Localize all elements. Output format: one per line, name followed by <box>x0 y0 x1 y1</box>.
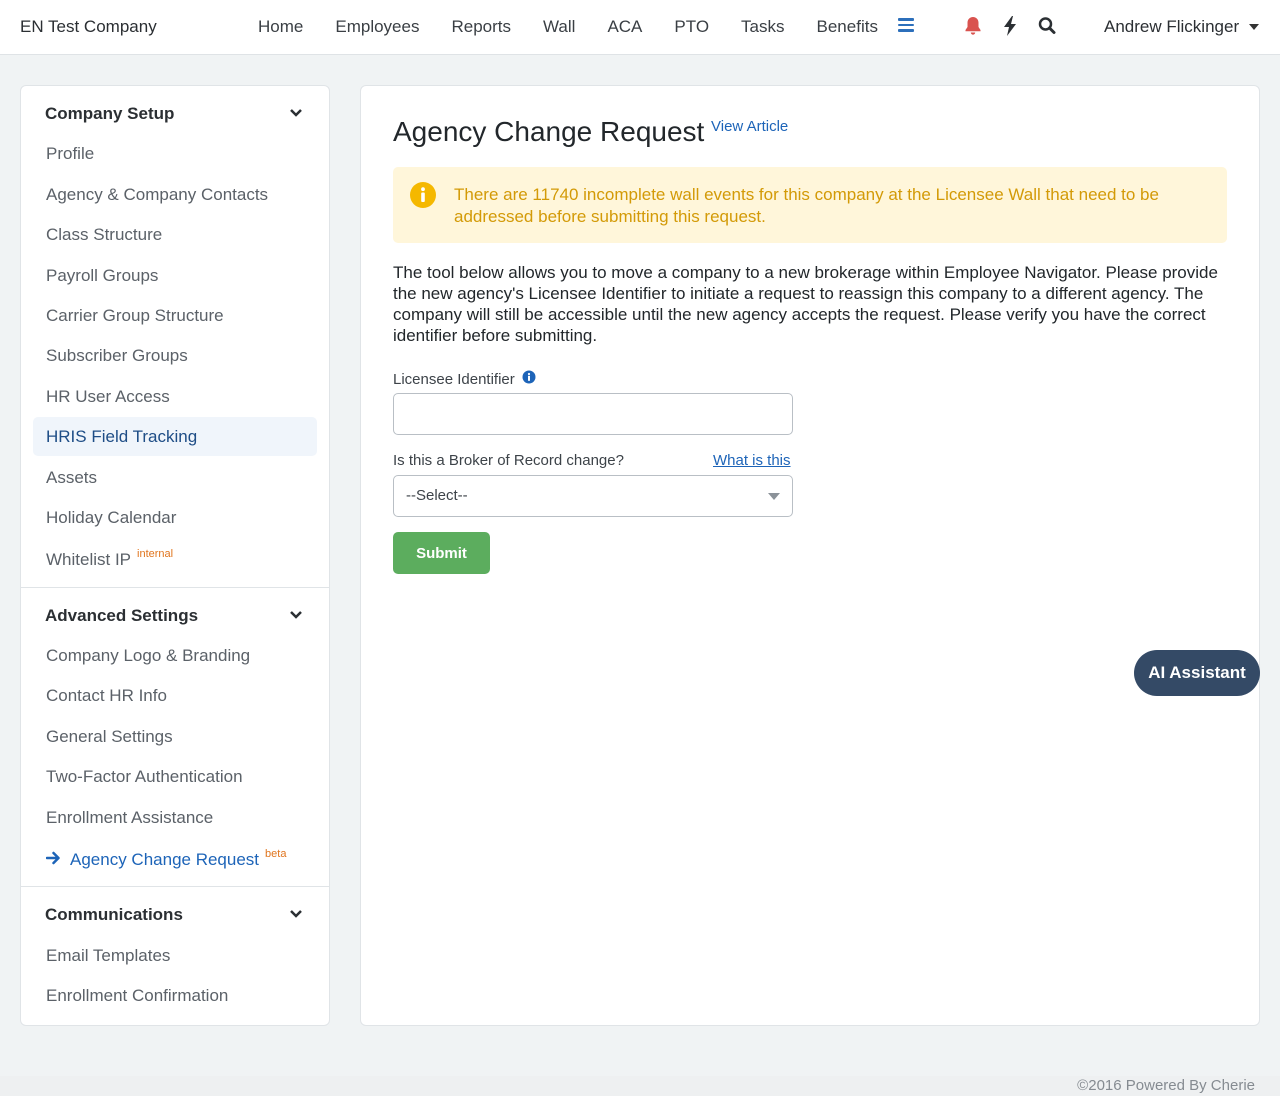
section-title: Advanced Settings <box>45 606 199 625</box>
section-communications[interactable]: Communications <box>21 895 329 935</box>
sidebar-item-agency-contacts[interactable]: Agency & Company Contacts <box>33 175 317 214</box>
sidebar-item-hr-user-access[interactable]: HR User Access <box>33 377 317 416</box>
licensee-identifier-label: Licensee Identifier <box>393 371 515 388</box>
lightning-bolt-icon[interactable] <box>1003 16 1017 41</box>
user-menu[interactable]: Andrew Flickinger <box>1104 17 1260 37</box>
sidebar-item-whitelist-ip[interactable]: Whitelist IP internal <box>33 538 317 577</box>
sidebar-item-assets[interactable]: Assets <box>33 458 317 497</box>
what-is-this-link[interactable]: What is this <box>713 452 791 469</box>
internal-tag: internal <box>137 548 174 560</box>
nav-home[interactable]: Home <box>242 0 319 54</box>
section-advanced-settings[interactable]: Advanced Settings <box>21 596 329 636</box>
sidebar-item-label: General Settings <box>46 727 173 746</box>
sidebar-item-label: Profile <box>46 144 95 163</box>
view-article-link[interactable]: View Article <box>711 118 788 135</box>
sidebar-item-label: Agency Change Request <box>70 850 260 869</box>
select-value: --Select-- <box>406 487 468 504</box>
sidebar-item-agency-change-request[interactable]: Agency Change Request beta <box>33 838 317 877</box>
sidebar-item-carrier-group-structure[interactable]: Carrier Group Structure <box>33 296 317 335</box>
nav-aca[interactable]: ACA <box>591 0 658 54</box>
sidebar-item-enrollment-confirmation[interactable]: Enrollment Confirmation <box>33 976 317 1015</box>
footer: ©2016 Powered By Cherie <box>0 1076 1280 1096</box>
sidebar-item-hris-field-tracking[interactable]: HRIS Field Tracking <box>33 417 317 456</box>
sidebar-item-label: Enrollment Confirmation <box>46 986 229 1005</box>
page-title: Agency Change Request <box>393 116 705 147</box>
nav-reports[interactable]: Reports <box>435 0 527 54</box>
main-nav: Home Employees Reports Wall ACA PTO Task… <box>242 0 894 54</box>
nav-benefits[interactable]: Benefits <box>801 0 894 54</box>
sidebar-item-label: Whitelist IP <box>46 550 132 569</box>
sidebar-item-label: Email Templates <box>46 946 171 965</box>
ai-assistant-button[interactable]: AI Assistant <box>1134 650 1260 696</box>
hamburger-menu-icon[interactable] <box>898 18 914 32</box>
broker-of-record-label: Is this a Broker of Record change? <box>393 452 624 469</box>
sidebar-item-label: Contact HR Info <box>46 686 167 705</box>
chevron-down-icon <box>289 608 303 627</box>
sidebar-item-label: Two-Factor Authentication <box>46 767 243 786</box>
sidebar-item-enrollment-assistance[interactable]: Enrollment Assistance <box>33 798 317 837</box>
divider <box>21 587 329 588</box>
company-name[interactable]: EN Test Company <box>20 17 157 37</box>
section-title: Communications <box>45 905 183 924</box>
broker-of-record-select[interactable]: --Select-- <box>393 475 793 517</box>
sidebar-item-label: HR User Access <box>46 387 170 406</box>
nav-tasks[interactable]: Tasks <box>725 0 800 54</box>
sidebar-item-general-settings[interactable]: General Settings <box>33 717 317 756</box>
info-icon[interactable] <box>522 370 536 389</box>
sidebar-item-profile[interactable]: Profile <box>33 134 317 173</box>
sidebar-item-label: Holiday Calendar <box>46 508 177 527</box>
sidebar-item-subscriber-groups[interactable]: Subscriber Groups <box>33 336 317 375</box>
sidebar-item-label: Company Logo & Branding <box>46 646 251 665</box>
licensee-identifier-input[interactable] <box>393 393 793 435</box>
divider <box>21 886 329 887</box>
nav-employees[interactable]: Employees <box>319 0 435 54</box>
sidebar-item-label: Class Structure <box>46 225 163 244</box>
nav-wall[interactable]: Wall <box>527 0 591 54</box>
info-circle-icon <box>409 181 437 214</box>
chevron-down-icon <box>289 106 303 125</box>
bell-icon[interactable] <box>964 16 982 41</box>
sidebar-item-label: Payroll Groups <box>46 266 159 285</box>
nav-pto[interactable]: PTO <box>658 0 725 54</box>
beta-tag: beta <box>265 848 287 860</box>
description-text: The tool below allows you to move a comp… <box>393 263 1218 345</box>
user-name: Andrew Flickinger <box>1104 17 1240 36</box>
sidebar-item-label: Subscriber Groups <box>46 346 188 365</box>
main-card: Agency Change Request View Article There… <box>360 85 1260 1026</box>
sidebar-item-email-templates[interactable]: Email Templates <box>33 936 317 975</box>
sidebar-item-class-structure[interactable]: Class Structure <box>33 215 317 254</box>
sidebar-item-label: Enrollment Assistance <box>46 808 214 827</box>
submit-button[interactable]: Submit <box>393 532 490 574</box>
caret-down-icon <box>1249 24 1260 30</box>
sidebar-item-company-logo-branding[interactable]: Company Logo & Branding <box>33 636 317 675</box>
dropdown-arrow-icon <box>768 493 780 500</box>
section-company-setup[interactable]: Company Setup <box>21 94 329 134</box>
section-title: Company Setup <box>45 104 175 123</box>
sidebar-item-payroll-groups[interactable]: Payroll Groups <box>33 256 317 295</box>
sidebar-item-holiday-calendar[interactable]: Holiday Calendar <box>33 498 317 537</box>
sidebar-item-label: Carrier Group Structure <box>46 306 224 325</box>
sidebar-item-label: Assets <box>46 468 98 487</box>
top-navbar: EN Test Company Home Employees Reports W… <box>0 0 1280 55</box>
footer-text: ©2016 Powered By Cherie <box>1077 1077 1255 1094</box>
warning-alert: There are 11740 incomplete wall events f… <box>393 167 1227 243</box>
sidebar-item-contact-hr-info[interactable]: Contact HR Info <box>33 676 317 715</box>
sidebar-item-label: Agency & Company Contacts <box>46 185 269 204</box>
alert-message: There are 11740 incomplete wall events f… <box>454 185 1159 226</box>
sidebar-item-label: HRIS Field Tracking <box>46 427 198 446</box>
settings-sidebar: Company Setup Profile Agency & Company C… <box>20 85 330 1026</box>
chevron-down-icon <box>289 907 303 926</box>
search-icon[interactable] <box>1038 16 1056 41</box>
sidebar-item-two-factor-auth[interactable]: Two-Factor Authentication <box>33 757 317 796</box>
arrow-right-icon <box>45 851 61 870</box>
